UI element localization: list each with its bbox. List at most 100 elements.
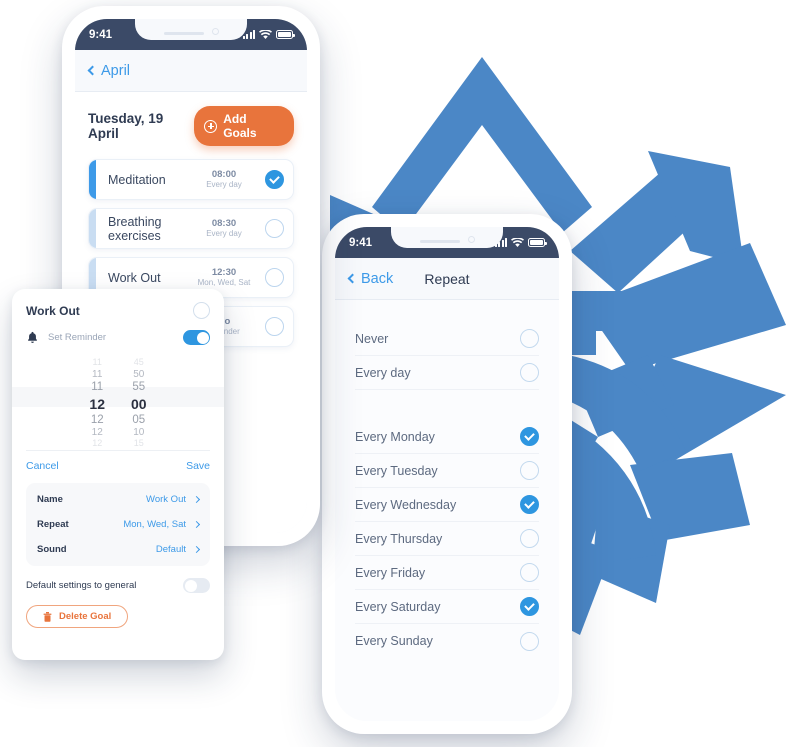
back-button[interactable]: Back [347, 270, 394, 287]
option-label: Every Thursday [355, 531, 443, 546]
goal-meta: 08:00 Every day [193, 160, 255, 199]
minute-item: 55 [132, 380, 146, 393]
status-bar: 9:41 [335, 227, 559, 258]
goal-name: Breathing exercises [108, 214, 162, 243]
option-label: Never [355, 331, 389, 346]
field-value: Work Out [146, 494, 186, 505]
goal-meta: 08:30 Every day [193, 209, 255, 248]
notch [391, 227, 503, 248]
goal-repeat: Every day [206, 229, 242, 239]
phone-repeat-screen: 9:41 Back Repeat Never Every day Every M… [322, 214, 572, 734]
repeat-option-thursday[interactable]: Every Thursday [355, 522, 539, 556]
back-button-april[interactable]: April [87, 62, 131, 79]
repeat-option-sunday[interactable]: Every Sunday [355, 624, 539, 658]
set-reminder-row: Set Reminder [26, 330, 210, 345]
repeat-option-monday[interactable]: Every Monday [355, 420, 539, 454]
goal-repeat: Every day [206, 180, 242, 190]
battery-icon [528, 238, 547, 247]
goal-complete-toggle-icon[interactable] [193, 302, 210, 319]
repeat-options-list: Never Every day Every Monday Every Tuesd… [335, 300, 559, 721]
goal-repeat: Mon, Wed, Sat [197, 278, 251, 288]
option-label: Every Saturday [355, 599, 441, 614]
date-label: Tuesday, 19 April [88, 111, 164, 141]
check-circle-icon [264, 170, 284, 189]
time-picker[interactable]: 11 11 11 12 12 12 12 45 50 55 00 05 10 1… [12, 357, 224, 448]
empty-circle-icon [264, 317, 284, 336]
trash-icon [43, 611, 52, 622]
chevron-left-icon [347, 273, 358, 284]
repeat-option-every-day[interactable]: Every day [355, 356, 539, 390]
empty-circle-icon [520, 529, 539, 548]
option-label: Every Friday [355, 565, 426, 580]
front-camera-icon [467, 236, 475, 243]
status-time: 9:41 [89, 28, 113, 41]
goal-check[interactable] [255, 209, 293, 248]
repeat-option-never[interactable]: Never [355, 322, 539, 356]
settings-fields: Name Work Out Repeat Mon, Wed, Sat Sound… [26, 483, 210, 566]
hours-column[interactable]: 11 11 11 12 12 12 12 [89, 357, 105, 450]
minute-item: 10 [133, 426, 145, 438]
field-key: Name [37, 494, 63, 505]
empty-circle-icon [520, 631, 539, 651]
goal-time: 08:30 [211, 217, 237, 229]
set-reminder-toggle[interactable] [183, 330, 210, 345]
minute-item: 45 [133, 357, 144, 367]
add-goals-label: Add Goals [223, 112, 257, 140]
cancel-button[interactable]: Cancel [26, 460, 59, 472]
repeat-option-friday[interactable]: Every Friday [355, 556, 539, 590]
chevron-right-icon [192, 495, 201, 504]
status-time: 9:41 [349, 236, 373, 249]
field-key: Repeat [37, 519, 69, 530]
goal-row[interactable]: Meditation 08:00 Every day [88, 159, 294, 200]
hour-item: 11 [92, 368, 103, 380]
field-key: Sound [37, 544, 67, 555]
navbar-repeat: Back Repeat [335, 258, 559, 300]
battery-icon [276, 30, 295, 39]
repeat-option-wednesday[interactable]: Every Wednesday [355, 488, 539, 522]
default-settings-toggle[interactable] [183, 578, 210, 593]
minute-item: 50 [133, 368, 145, 380]
repeat-option-tuesday[interactable]: Every Tuesday [355, 454, 539, 488]
hour-item: 11 [91, 380, 104, 393]
goal-time: 08:00 [211, 168, 237, 180]
chevron-left-icon [87, 65, 98, 76]
delete-goal-label: Delete Goal [59, 611, 112, 622]
navbar-goals: April [75, 50, 307, 92]
hour-item: 12 [92, 438, 103, 449]
field-row-sound[interactable]: Sound Default [37, 537, 201, 562]
field-row-name[interactable]: Name Work Out [37, 487, 201, 512]
hour-item: 12 [91, 426, 103, 438]
plus-circle-icon [204, 119, 218, 133]
goal-check[interactable] [255, 160, 293, 199]
add-goals-button[interactable]: Add Goals [194, 106, 294, 146]
check-circle-icon [520, 427, 539, 446]
earpiece-speaker [163, 31, 204, 35]
back-label: Back [361, 270, 394, 287]
back-label: April [101, 62, 131, 79]
repeat-option-saturday[interactable]: Every Saturday [355, 590, 539, 624]
goal-check[interactable] [255, 258, 293, 297]
card-title: Work Out [26, 303, 80, 318]
card-header: Work Out [26, 302, 210, 319]
empty-circle-icon [520, 329, 539, 348]
hour-item: 11 [92, 357, 102, 367]
save-button[interactable]: Save [186, 460, 210, 472]
empty-circle-icon [264, 219, 284, 238]
default-settings-row: Default settings to general [26, 578, 210, 593]
goal-check[interactable] [255, 307, 293, 346]
promo-composition: 9:41 April Tuesday, 19 April Add Goals M… [0, 0, 786, 747]
check-circle-icon [520, 597, 539, 616]
goal-row[interactable]: Breathing exercises 08:30 Every day [88, 208, 294, 249]
goal-name: Meditation [108, 172, 166, 187]
field-row-repeat[interactable]: Repeat Mon, Wed, Sat [37, 512, 201, 537]
front-camera-icon [211, 28, 219, 35]
goals-header: Tuesday, 19 April Add Goals [88, 106, 294, 146]
delete-goal-button[interactable]: Delete Goal [26, 605, 129, 628]
set-reminder-label: Set Reminder [48, 332, 107, 343]
chevron-right-icon [192, 520, 201, 529]
field-value: Mon, Wed, Sat [123, 519, 186, 530]
minute-selected: 00 [131, 395, 147, 412]
empty-circle-icon [264, 268, 284, 287]
minutes-column[interactable]: 45 50 55 00 05 10 15 [131, 357, 147, 450]
list-separator [355, 390, 539, 420]
